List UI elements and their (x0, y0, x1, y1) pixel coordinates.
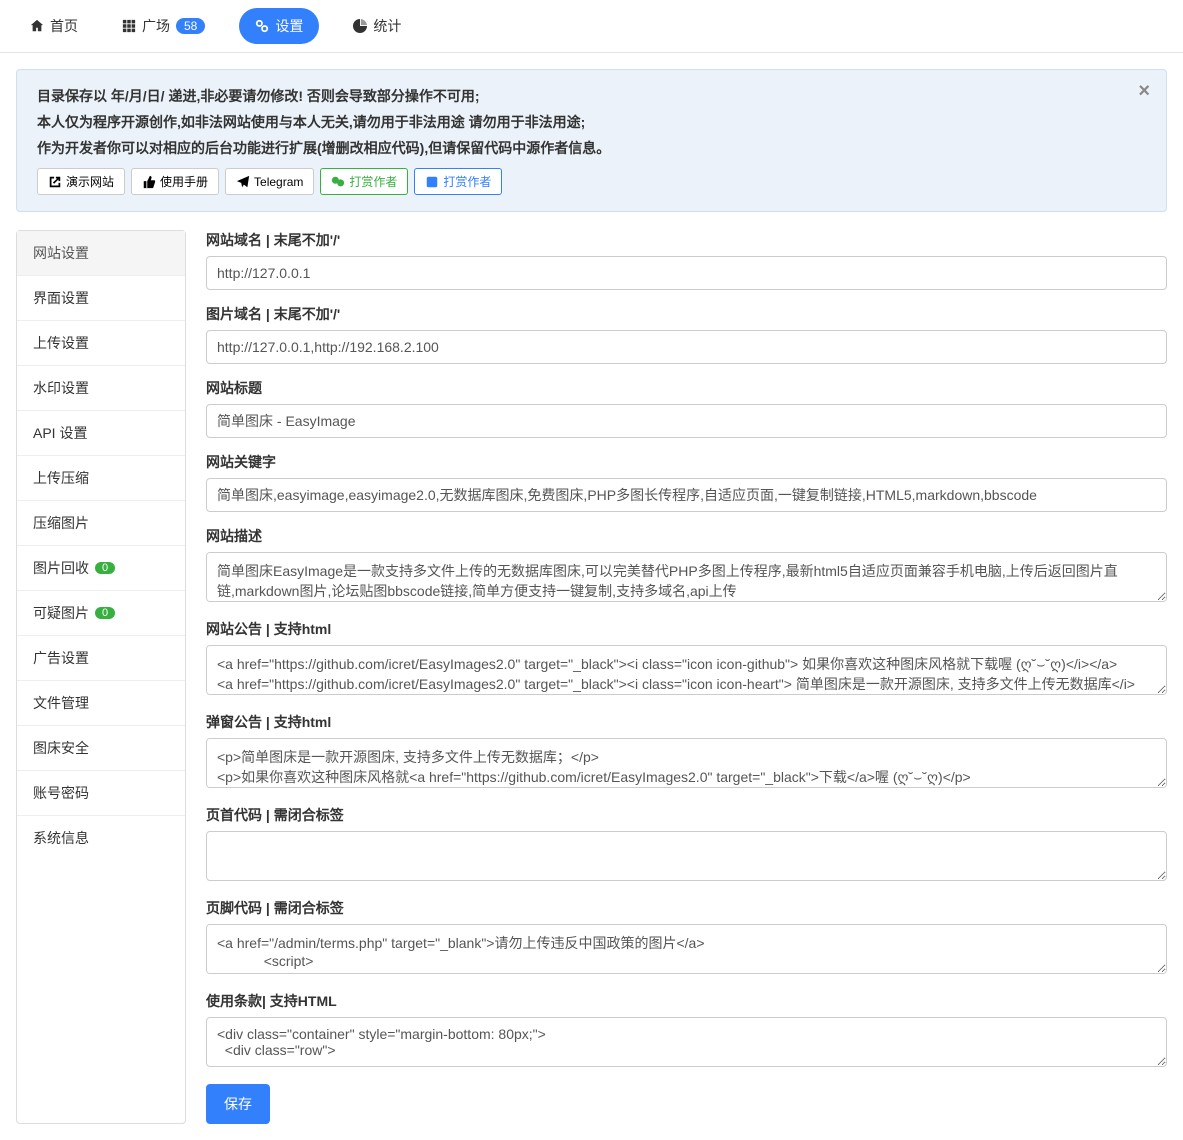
recycle-count-badge: 0 (95, 562, 115, 574)
popup-textarea[interactable] (206, 738, 1167, 788)
site-domain-label: 网站域名 | 末尾不加'/' (206, 230, 1167, 250)
sidebar-item-ui-settings[interactable]: 界面设置 (17, 276, 185, 321)
wechat-icon (331, 175, 345, 189)
nav-settings-label: 设置 (275, 16, 303, 36)
cogs-icon (255, 19, 269, 33)
alert-close-button[interactable]: × (1138, 80, 1150, 103)
telegram-button[interactable]: Telegram (225, 168, 314, 195)
sidebar-item-upload-settings[interactable]: 上传设置 (17, 321, 185, 366)
thumbs-up-icon (142, 175, 156, 189)
sidebar-item-site-settings[interactable]: 网站设置 (17, 231, 185, 276)
terms-label: 使用条款| 支持HTML (206, 991, 1167, 1011)
keywords-label: 网站关键字 (206, 452, 1167, 472)
grid-icon (122, 19, 136, 33)
sidebar-item-security[interactable]: 图床安全 (17, 726, 185, 771)
plane-icon (236, 175, 250, 189)
pie-chart-icon (353, 19, 367, 33)
announce-textarea[interactable] (206, 645, 1167, 695)
keywords-input[interactable] (206, 478, 1167, 512)
sidebar-item-system-info[interactable]: 系统信息 (17, 816, 185, 860)
img-domain-input[interactable] (206, 330, 1167, 364)
alert-line2: 本人仅为程序开源创作,如非法网站使用与本人无关,请勿用于非法用途 请勿用于非法用… (37, 112, 1146, 132)
description-label: 网站描述 (206, 526, 1167, 546)
header-code-label: 页首代码 | 需闭合标签 (206, 805, 1167, 825)
top-navbar: 首页 广场 58 设置 统计 (0, 0, 1183, 53)
sidebar-item-ad-settings[interactable]: 广告设置 (17, 636, 185, 681)
nav-home[interactable]: 首页 (20, 10, 88, 42)
sidebar-item-file-manage[interactable]: 文件管理 (17, 681, 185, 726)
suspicious-count-badge: 0 (95, 607, 115, 619)
footer-code-textarea[interactable] (206, 924, 1167, 974)
alert-line3: 作为开发者你可以对相应的后台功能进行扩展(增删改相应代码),但请保留代码中源作者… (37, 138, 1146, 158)
footer-code-label: 页脚代码 | 需闭合标签 (206, 898, 1167, 918)
sidebar-item-upload-compress[interactable]: 上传压缩 (17, 456, 185, 501)
sidebar-item-suspicious-image[interactable]: 可疑图片0 (17, 591, 185, 636)
sidebar-item-api[interactable]: API 设置 (17, 411, 185, 456)
settings-sidebar: 网站设置 界面设置 上传设置 水印设置 API 设置 上传压缩 压缩图片 图片回… (16, 230, 186, 1124)
external-link-icon (48, 175, 62, 189)
nav-stats[interactable]: 统计 (343, 10, 411, 42)
nav-home-label: 首页 (50, 16, 78, 36)
form-content: 网站域名 | 末尾不加'/' 图片域名 | 末尾不加'/' 网站标题 网站关键字… (206, 230, 1167, 1124)
description-textarea[interactable] (206, 552, 1167, 602)
terms-textarea[interactable] (206, 1017, 1167, 1067)
sidebar-item-account[interactable]: 账号密码 (17, 771, 185, 816)
plaza-count-badge: 58 (176, 18, 205, 34)
popup-label: 弹窗公告 | 支持html (206, 712, 1167, 732)
sidebar-item-watermark[interactable]: 水印设置 (17, 366, 185, 411)
nav-stats-label: 统计 (373, 16, 401, 36)
header-code-textarea[interactable] (206, 831, 1167, 881)
nav-plaza-label: 广场 (142, 16, 170, 36)
img-domain-label: 图片域名 | 末尾不加'/' (206, 304, 1167, 324)
site-title-label: 网站标题 (206, 378, 1167, 398)
alert-line1: 目录保存以 年/月/日/ 递进,非必要请勿修改! 否则会导致部分操作不可用; (37, 86, 1146, 106)
site-domain-input[interactable] (206, 256, 1167, 290)
reward-wechat-button[interactable]: 打赏作者 (320, 168, 408, 195)
info-alert: × 目录保存以 年/月/日/ 递进,非必要请勿修改! 否则会导致部分操作不可用;… (16, 69, 1167, 212)
sidebar-item-image-recycle[interactable]: 图片回收0 (17, 546, 185, 591)
home-icon (30, 19, 44, 33)
alert-button-row: 演示网站 使用手册 Telegram 打赏作者 打赏作者 (37, 168, 1146, 195)
nav-plaza[interactable]: 广场 58 (112, 10, 215, 42)
announce-label: 网站公告 | 支持html (206, 619, 1167, 639)
manual-button[interactable]: 使用手册 (131, 168, 219, 195)
alipay-icon (425, 175, 439, 189)
site-title-input[interactable] (206, 404, 1167, 438)
demo-site-button[interactable]: 演示网站 (37, 168, 125, 195)
sidebar-item-compress-image[interactable]: 压缩图片 (17, 501, 185, 546)
nav-settings[interactable]: 设置 (239, 8, 319, 44)
save-button[interactable]: 保存 (206, 1084, 270, 1124)
reward-alipay-button[interactable]: 打赏作者 (414, 168, 502, 195)
